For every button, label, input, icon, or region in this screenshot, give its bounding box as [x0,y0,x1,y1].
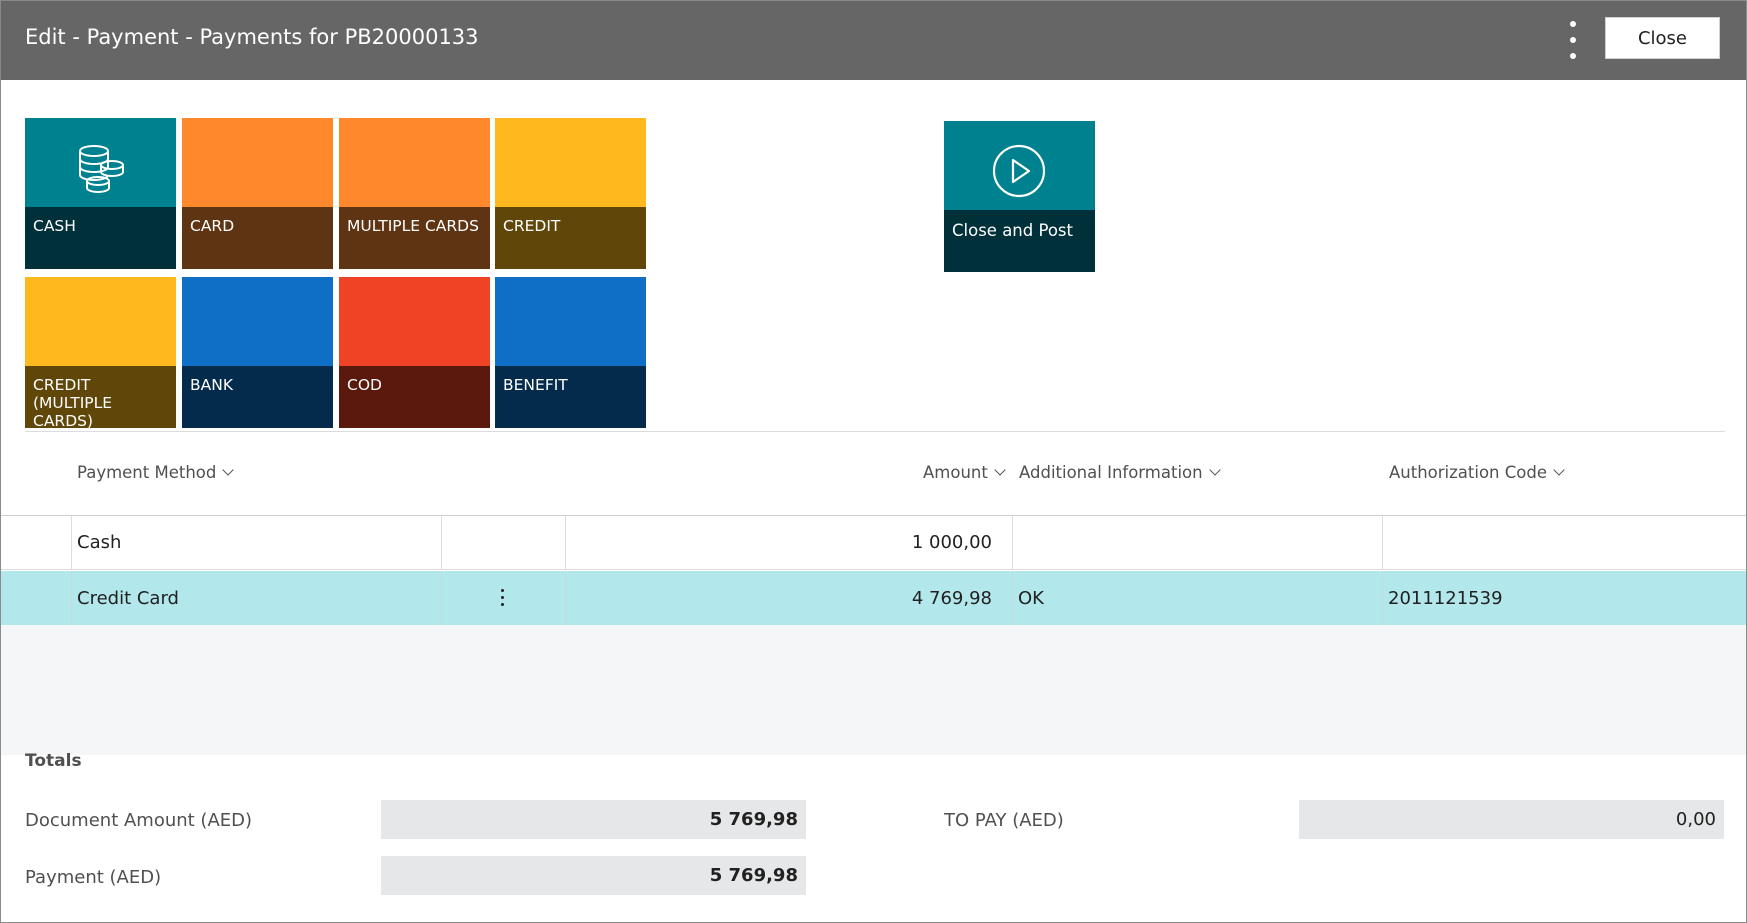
chevron-down-icon [994,464,1006,476]
document-amount-value: 5 769,98 [381,800,806,839]
tile-label: COD [347,376,382,394]
column-header-label: Additional Information [1019,463,1203,482]
close-button[interactable]: Close [1605,17,1720,59]
tile-label: BANK [190,376,233,394]
dialog-title: Edit - Payment - Payments for PB20000133 [25,25,479,49]
to-pay-value: 0,00 [1299,800,1724,839]
tile-card[interactable]: CARD [182,118,333,269]
payment-dialog: Edit - Payment - Payments for PB20000133… [0,0,1747,923]
cell-additional-information[interactable]: OK [1018,571,1044,625]
totals-heading: Totals [25,751,82,771]
chevron-down-icon [1208,464,1221,476]
tile-credit[interactable]: CREDIT [495,118,646,269]
tile-label: Close and Post [952,221,1074,240]
section-divider [25,431,1725,432]
cell-divider [441,516,442,569]
column-header-label: Payment Method [77,463,217,482]
tile-bottom: BANK [182,366,333,428]
tile-top [25,277,176,366]
coins-icon [79,145,124,193]
payment-value: 5 769,98 [381,856,806,895]
table-row[interactable]: Cash 1 000,00 [1,516,1746,570]
tile-bottom: CREDIT [495,207,646,269]
cell-amount[interactable]: 4 769,98 [565,571,992,625]
tile-cash[interactable]: CASH [25,118,176,269]
tile-top [944,121,1095,210]
column-header-additional-information[interactable]: Additional Information [1019,463,1221,482]
tile-bottom: Close and Post [944,210,1095,272]
table-empty-area [1,625,1746,755]
tile-bottom: CARD [182,207,333,269]
tile-top [495,277,646,366]
cell-payment-method[interactable]: Credit Card [77,571,179,625]
cell-payment-method[interactable]: Cash [77,516,121,569]
tile-top [495,118,646,207]
tile-bottom: CREDIT (MULTIPLE CARDS) [25,366,176,428]
cell-divider [71,571,72,625]
tile-bottom: COD [339,366,490,428]
column-header-authorization-code[interactable]: Authorization Code [1389,463,1565,482]
column-header-amount[interactable]: Amount [923,463,1006,482]
dialog-header: Edit - Payment - Payments for PB20000133… [1,1,1746,80]
tile-benefit[interactable]: BENEFIT [495,277,646,428]
tile-label: CREDIT (MULTIPLE CARDS) [33,376,113,428]
chevron-down-icon [1553,464,1565,476]
column-header-label: Amount [923,463,988,482]
tile-cod[interactable]: COD [339,277,490,428]
tile-bank[interactable]: BANK [182,277,333,428]
tile-credit-multiple-cards[interactable]: CREDIT (MULTIPLE CARDS) [25,277,176,428]
cell-divider [1382,571,1383,625]
column-header-label: Authorization Code [1389,463,1547,482]
tile-label: BENEFIT [503,376,568,394]
tile-bottom: MULTIPLE CARDS [339,207,490,269]
tile-top [339,118,490,207]
more-options-icon[interactable] [1563,19,1583,63]
tile-top [182,277,333,366]
column-header-payment-method[interactable]: Payment Method [77,463,235,482]
document-amount-label: Document Amount (AED) [25,810,253,831]
cell-divider [1012,516,1013,569]
tile-bottom: CASH [25,207,176,269]
cell-divider [71,516,72,569]
tile-label: CREDIT [503,217,561,235]
tile-multiple-cards[interactable]: MULTIPLE CARDS [339,118,490,269]
cell-authorization-code[interactable]: 2011121539 [1388,571,1503,625]
tile-label: MULTIPLE CARDS [347,217,479,235]
cell-amount[interactable]: 1 000,00 [565,516,992,569]
tile-top [25,118,176,207]
tile-label: CARD [190,217,235,235]
tile-label: CASH [33,217,76,235]
payment-label: Payment (AED) [25,867,162,888]
table-row-selected[interactable]: Credit Card 4 769,98 OK 2011121539 [1,571,1746,625]
tile-top [182,118,333,207]
cell-divider [1012,571,1013,625]
play-circle-icon [992,144,1046,198]
tile-top [339,277,490,366]
cell-divider [1382,516,1383,569]
cell-divider [441,571,442,625]
tile-bottom: BENEFIT [495,366,646,428]
to-pay-label: TO PAY (AED) [944,810,1064,831]
chevron-down-icon [222,464,235,476]
row-actions-icon[interactable] [499,587,507,609]
close-and-post-button[interactable]: Close and Post [944,121,1095,272]
